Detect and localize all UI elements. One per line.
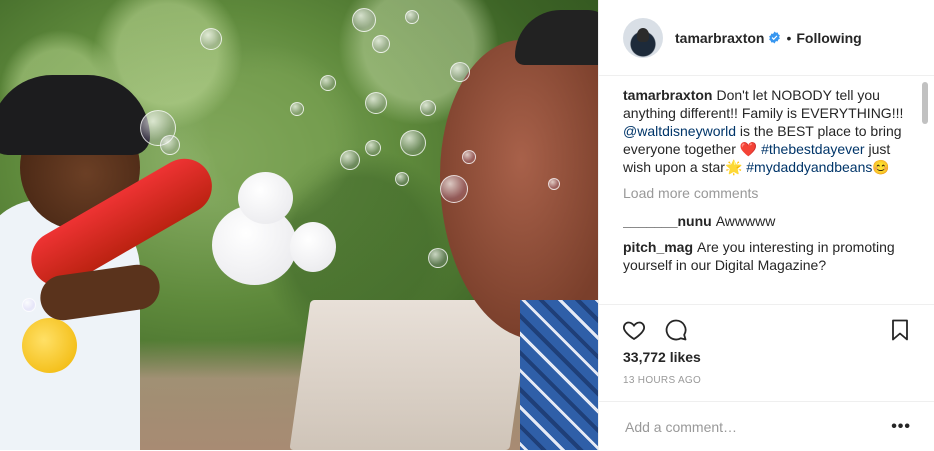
comment-text: Awwwww <box>715 213 776 229</box>
bubble <box>352 8 376 32</box>
scrollbar-thumb[interactable] <box>922 82 928 124</box>
mention-link[interactable]: @waltdisneyworld <box>623 123 736 139</box>
comments-scrollbar[interactable] <box>920 82 930 304</box>
add-comment-bar: ••• <box>599 401 934 451</box>
bubble <box>428 248 448 268</box>
username-link[interactable]: tamarbraxton <box>675 30 764 46</box>
bubble <box>420 100 436 116</box>
mickey-ear-top <box>238 172 293 224</box>
more-options-icon[interactable]: ••• <box>891 418 911 436</box>
comment-username[interactable]: tamarbraxton <box>623 87 712 103</box>
bubble <box>395 172 409 186</box>
action-buttons <box>621 317 689 343</box>
bubble <box>450 62 470 82</box>
instagram-post: tamarbraxton • Following tamarbraxton Don… <box>0 0 934 450</box>
comment-item: _______nunu Awwwww <box>623 212 913 230</box>
post-photo[interactable] <box>0 0 598 450</box>
post-sidebar: tamarbraxton • Following tamarbraxton Don… <box>598 0 934 450</box>
bubble <box>372 35 390 53</box>
caption-comment: tamarbraxton Don't let NOBODY tell you an… <box>623 86 913 176</box>
bubble-toy-base <box>22 318 77 373</box>
bubble <box>290 102 304 116</box>
bubble <box>365 140 381 156</box>
hashtag-link[interactable]: #mydaddyandbeans <box>746 159 872 175</box>
bubble <box>340 150 360 170</box>
post-header: tamarbraxton • Following <box>599 0 934 76</box>
bubble <box>200 28 222 50</box>
caption-emoji: 😊 <box>872 159 890 175</box>
comment-item: pitch_mag Are you interesting in promotin… <box>623 238 913 274</box>
comment-username[interactable]: pitch_mag <box>623 239 693 255</box>
add-comment-input[interactable] <box>623 417 892 436</box>
bubble <box>548 178 560 190</box>
bubble <box>320 75 336 91</box>
bubble <box>160 135 180 155</box>
comment-username[interactable]: _______nunu <box>623 213 712 229</box>
separator-dot: • <box>786 29 792 46</box>
avatar[interactable] <box>623 17 663 58</box>
bubble <box>365 92 387 114</box>
comments-list: tamarbraxton Don't let NOBODY tell you an… <box>623 86 913 308</box>
bubble <box>462 150 476 164</box>
likes-count[interactable]: 33,772 likes <box>623 349 701 365</box>
verified-badge-icon <box>768 31 781 44</box>
post-timestamp[interactable]: 13 HOURS AGO <box>623 375 701 386</box>
bubble <box>400 130 426 156</box>
bookmark-icon[interactable] <box>887 317 913 343</box>
man-plaid-shirt <box>520 300 598 450</box>
action-bar: 33,772 likes 13 HOURS AGO ••• <box>599 304 934 451</box>
mickey-ear-right <box>290 222 336 272</box>
bubble <box>22 298 36 312</box>
load-more-comments-link[interactable]: Load more comments <box>623 184 913 202</box>
heart-icon[interactable] <box>621 317 647 343</box>
bubble <box>440 175 468 203</box>
bubble <box>405 10 419 24</box>
comment-icon[interactable] <box>663 317 689 343</box>
following-button[interactable]: Following <box>796 30 861 46</box>
hashtag-link[interactable]: #thebestdayever <box>761 141 865 157</box>
